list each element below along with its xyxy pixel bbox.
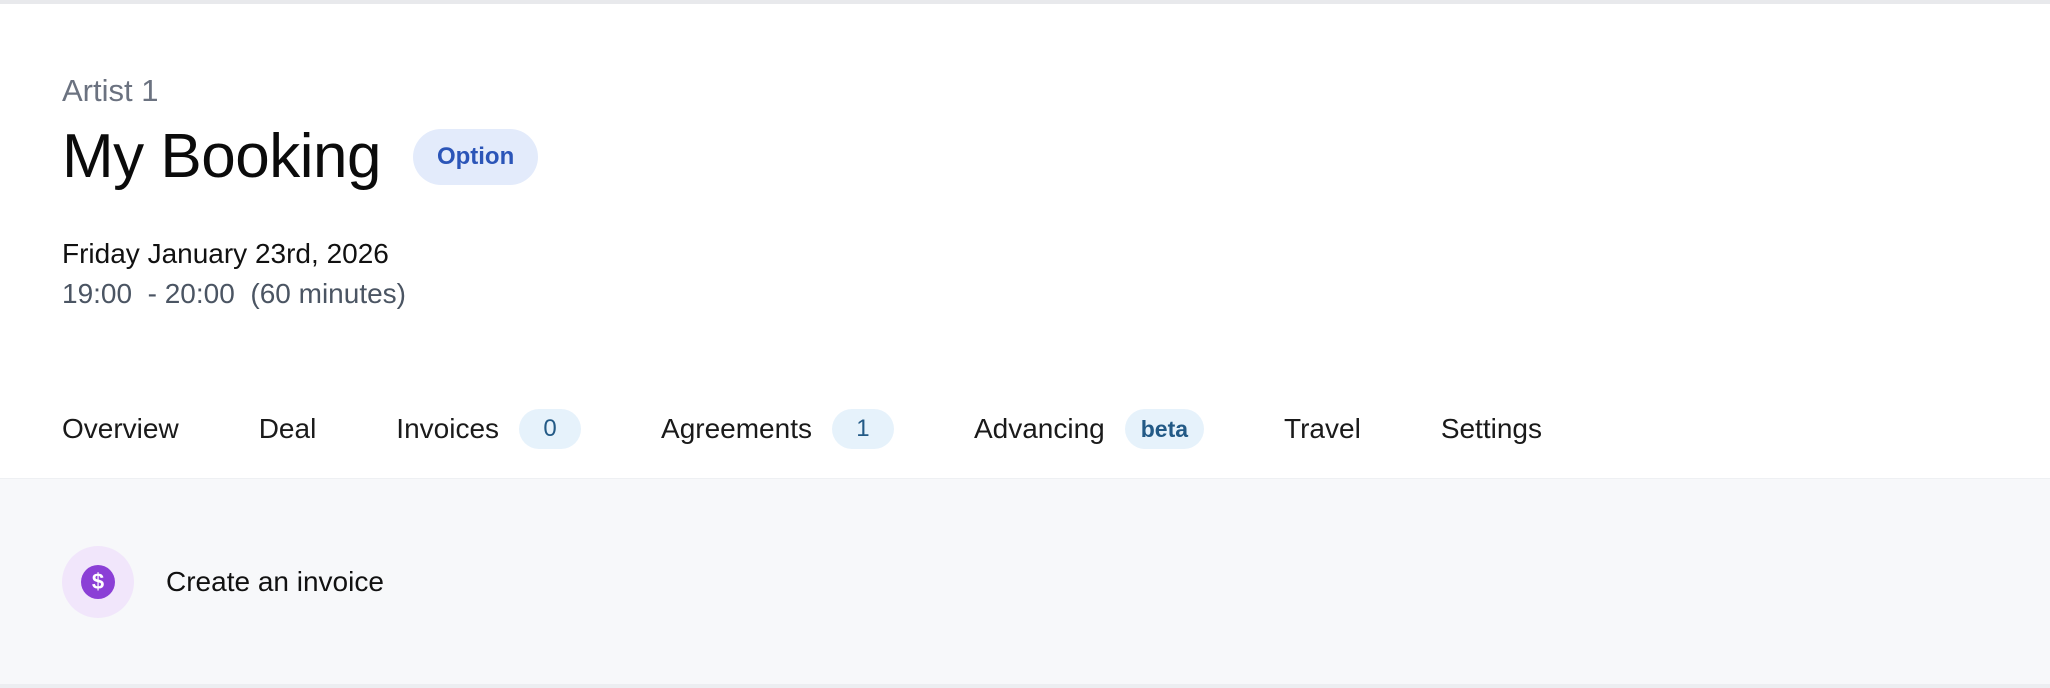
- tab-deal[interactable]: Deal: [259, 404, 317, 482]
- booking-time: 19:00 - 20:00 (60 minutes): [62, 277, 406, 311]
- tab-overview[interactable]: Overview: [62, 404, 179, 482]
- tab-label: Overview: [62, 413, 179, 444]
- tab-invoices[interactable]: Invoices 0: [396, 404, 582, 482]
- tab-label: Advancing: [973, 413, 1105, 444]
- invoices-panel: $ Create an invoice: [0, 478, 2050, 685]
- booking-date: Friday January 23rd, 2026: [62, 238, 389, 269]
- time-range: 19:00 - 20:00: [62, 278, 235, 309]
- tab-agreements[interactable]: Agreements 1: [661, 404, 894, 482]
- beta-badge: beta: [1124, 409, 1205, 449]
- tab-label: Deal: [258, 413, 317, 444]
- tab-settings[interactable]: Settings: [1441, 404, 1542, 482]
- count-badge: 0: [519, 409, 582, 449]
- status-badge: Option: [412, 129, 539, 185]
- invoice-icon-container: $: [62, 546, 134, 618]
- tab-bar: Overview Deal Invoices 0 Agreements 1 Ad…: [62, 404, 1622, 482]
- create-invoice-label: Create an invoice: [166, 566, 384, 597]
- bottom-divider: [0, 684, 2050, 688]
- tab-label: Travel: [1284, 413, 1361, 444]
- tab-label: Settings: [1440, 413, 1542, 444]
- dollar-icon: $: [81, 565, 115, 599]
- booking-header: Artist 1 My Booking Option Friday Januar…: [0, 4, 2050, 482]
- tab-travel[interactable]: Travel: [1284, 404, 1361, 482]
- tab-advancing[interactable]: Advancing beta: [973, 404, 1205, 482]
- booking-page: Artist 1 My Booking Option Friday Januar…: [0, 0, 2050, 688]
- tab-label: Agreements: [661, 413, 812, 444]
- title-row: My Booking Option: [62, 122, 539, 191]
- page-title: My Booking: [62, 122, 381, 191]
- tab-label: Invoices: [396, 413, 500, 444]
- count-badge: 1: [831, 409, 894, 449]
- artist-name: Artist 1: [62, 73, 159, 108]
- duration: (60 minutes): [250, 278, 406, 309]
- create-invoice-button[interactable]: $ Create an invoice: [62, 546, 384, 618]
